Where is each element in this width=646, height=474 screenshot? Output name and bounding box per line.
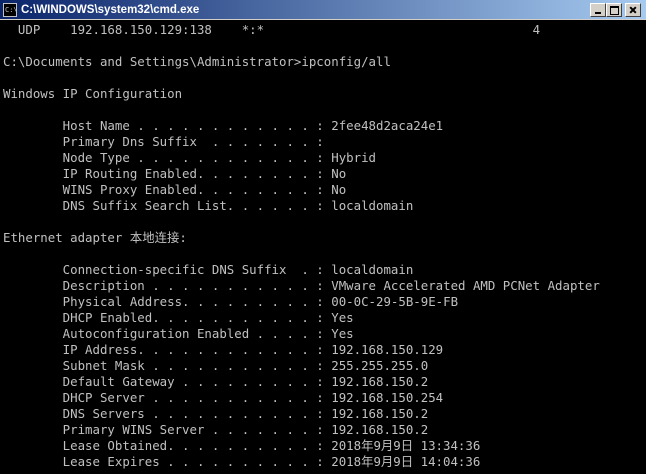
console-line: Subnet Mask . . . . . . . . . . . : 255.… [3, 358, 429, 373]
console-line: DNS Suffix Search List. . . . . . : loca… [3, 198, 414, 213]
console-line: Lease Obtained. . . . . . . . . . : 2018… [3, 438, 481, 453]
console-line: C:\Documents and Settings\Administrator>… [3, 54, 391, 69]
console-line: Node Type . . . . . . . . . . . . : Hybr… [3, 150, 376, 165]
console-line: Host Name . . . . . . . . . . . . : 2fee… [3, 118, 444, 133]
minimize-icon[interactable] [590, 3, 606, 17]
console-line: DNS Servers . . . . . . . . . . . : 192.… [3, 406, 429, 421]
console-line: Description . . . . . . . . . . . : VMwa… [3, 278, 600, 293]
console-line: Primary Dns Suffix . . . . . . . : [3, 134, 324, 149]
console-line: Lease Expires . . . . . . . . . . : 2018… [3, 454, 481, 469]
console-line: WINS Proxy Enabled. . . . . . . . : No [3, 182, 347, 197]
window-title: C:\WINDOWS\system32\cmd.exe [21, 4, 200, 16]
close-icon[interactable] [625, 3, 641, 17]
console-line: UDP 192.168.150.129:138 *:* 4 [3, 22, 541, 37]
console-line: Autoconfiguration Enabled . . . . : Yes [3, 326, 354, 341]
console-output[interactable]: UDP 192.168.150.129:138 *:* 4 C:\Documen… [0, 20, 646, 474]
cmd-icon[interactable] [3, 3, 18, 17]
console-line: DHCP Server . . . . . . . . . . . : 192.… [3, 390, 444, 405]
console-line: Connection-specific DNS Suffix . : local… [3, 262, 414, 277]
maximize-icon[interactable] [606, 3, 622, 17]
console-line: Ethernet adapter 本地连接: [3, 230, 187, 245]
console-line: Primary WINS Server . . . . . . . : 192.… [3, 422, 429, 437]
console-line: IP Address. . . . . . . . . . . . : 192.… [3, 342, 444, 357]
console-line: Windows IP Configuration [3, 86, 183, 101]
console-line: IP Routing Enabled. . . . . . . . : No [3, 166, 347, 181]
title-bar[interactable]: C:\WINDOWS\system32\cmd.exe [0, 0, 646, 20]
console-line: Physical Address. . . . . . . . . : 00-0… [3, 294, 459, 309]
console-line: Default Gateway . . . . . . . . . : 192.… [3, 374, 429, 389]
console-line: DHCP Enabled. . . . . . . . . . . : Yes [3, 310, 354, 325]
